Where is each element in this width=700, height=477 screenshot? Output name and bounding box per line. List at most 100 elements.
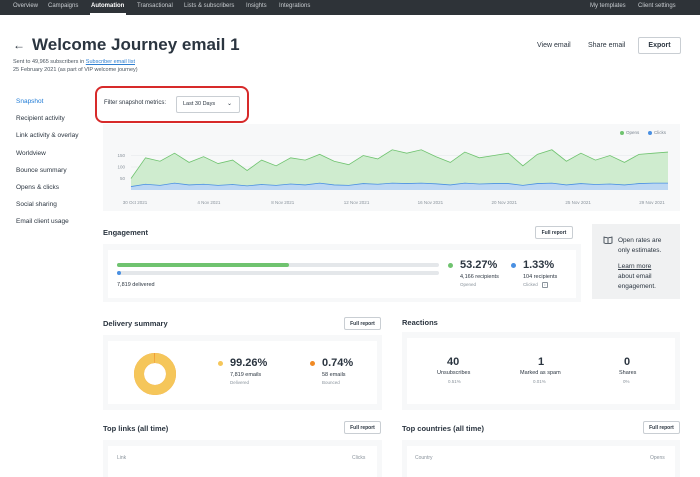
nav-my-templates[interactable]: My templates [590,3,626,9]
chevron-down-icon: ⌄ [226,101,232,107]
sidebar-item-social-sharing[interactable]: Social sharing [16,201,57,208]
chart-x-tick-label: 12 Nov 2021 [344,200,370,205]
chart-x-tick-label: 25 Nov 2021 [565,200,591,205]
top-nav: Overview Campaigns Automation Transactio… [0,0,700,15]
chart-y-tick-label: 50 [120,176,126,181]
note-line-2: only estimates. [618,247,662,254]
chart-x-tick-label: 8 Nov 2021 [271,200,295,205]
clicked-recipients: 104 recipients [523,274,558,280]
nav-campaigns[interactable]: Campaigns [48,3,78,9]
delivered-emails: 7,819 emails [230,372,262,378]
spam-value: 1 [538,356,545,368]
sidebar-item-bounce-summary[interactable]: Bounce summary [16,167,67,174]
top-links-col-link: Link [117,455,127,461]
reactions-title: Reactions [402,318,438,327]
opened-dot [448,263,453,268]
delivered-dot [218,361,223,366]
chart-x-tick-label: 29 Nov 2021 [639,200,665,205]
top-countries-card [407,446,675,477]
delivery-full-report-button[interactable]: Full report [344,317,381,330]
donut-delivered-arc [134,353,176,395]
delivery-summary-title: Delivery summary [103,319,168,328]
book-icon [603,236,613,244]
send-info-prefix: Sent to 49,965 subscribers in [13,59,85,65]
date-range-select[interactable]: Last 30 Days ⌄ [176,96,240,113]
send-date: 25 February 2021 (as part of VIP welcome… [13,67,138,73]
top-countries-col-opens: Opens [650,455,665,461]
bounced-dot [310,361,315,366]
bounced-emails: 58 emails [322,372,346,378]
bounced-label: Bounced [322,380,340,385]
top-countries-full-report-button[interactable]: Full report [643,421,680,434]
sidebar-item-snapshot[interactable]: Snapshot [16,98,43,105]
delivered-label: Delivered [230,380,250,385]
spam-percent: 0.01% [533,379,546,384]
chart-y-tick-label: 150 [117,153,125,158]
spam-label: Marked as spam [520,370,561,376]
nav-client-settings[interactable]: Client settings [638,3,676,9]
learn-more-link[interactable]: Learn more [618,263,651,270]
bounced-percent: 0.74% [322,357,354,369]
top-links-col-clicks: Clicks [352,455,366,461]
activity-chart: 150 100 50 30 Oct 2021 4 Nov 2021 8 Nov 2021 1… [117,149,669,205]
sidebar-item-worldview[interactable]: Worldview [16,150,46,157]
chart-x-tick-label: 16 Nov 2021 [418,200,444,205]
top-countries-title: Top countries (all time) [402,424,484,433]
top-links-title: Top links (all time) [103,424,169,433]
opened-recipients: 4,166 recipients [460,274,499,280]
nav-active-indicator [90,13,126,15]
opened-percent: 53.27% [460,259,498,271]
export-button[interactable]: Export [638,37,681,54]
clicked-label: Clicked [523,282,538,287]
engagement-title: Engagement [103,228,149,237]
shares-value: 0 [624,356,631,368]
info-icon[interactable]: i [542,282,548,288]
clicked-track [117,271,439,275]
sidebar-item-recipient-activity[interactable]: Recipient activity [16,115,65,122]
page-title: Welcome Journey email 1 [32,35,240,54]
top-countries-col-country: Country [415,455,433,461]
nav-transactional[interactable]: Transactional [137,3,173,9]
nav-automation[interactable]: Automation [91,3,124,9]
unsubscribes-label: Unsubscribes [437,370,471,376]
nav-overview[interactable]: Overview [13,3,38,9]
sidebar-item-link-activity[interactable]: Link activity & overlay [16,132,79,139]
top-links-full-report-button[interactable]: Full report [344,421,381,434]
send-info: Sent to 49,965 subscribers in Subscriber… [13,59,135,65]
chart-y-tick-label: 100 [117,165,125,170]
shares-percent: 0% [623,379,630,384]
chart-x-tick-label: 4 Nov 2021 [197,200,221,205]
opened-label: Opened [460,282,477,287]
chart-x-tick-label: 20 Nov 2021 [492,200,518,205]
delivery-donut [134,353,176,395]
clicked-percent: 1.33% [523,259,555,271]
legend-clicks[interactable]: Clicks [648,130,666,135]
view-email-link[interactable]: View email [537,42,571,49]
sidebar-item-opens-clicks[interactable]: Opens & clicks [16,184,59,191]
back-arrow-icon[interactable]: ← [13,38,25,52]
unsubscribes-percent: 0.51% [448,379,461,384]
top-links-card [108,446,377,477]
unsubscribes-value: 40 [447,356,460,368]
legend-opens[interactable]: Opens [620,130,639,135]
nav-integrations[interactable]: Integrations [279,3,310,9]
legend-opens-label: Opens [626,130,640,135]
legend-clicks-label: Clicks [654,130,666,135]
subscriber-list-link[interactable]: Subscriber email list [86,59,135,65]
note-line-4: engagement. [618,283,656,290]
date-range-value: Last 30 Days [183,101,216,107]
delivered-percent: 99.26% [230,357,268,369]
chart-x-tick-label: 30 Oct 2021 [123,200,148,205]
filter-label: Filter snapshot metrics: [104,100,167,106]
clicked-dot [511,263,516,268]
note-line-3: about email [618,273,652,280]
shares-label: Shares [619,370,637,376]
nav-insights[interactable]: Insights [246,3,267,9]
delivered-count: 7,819 delivered [117,282,155,288]
sidebar-item-email-client-usage[interactable]: Email client usage [16,218,69,225]
share-email-link[interactable]: Share email [588,42,625,49]
note-line-1: Open rates are [618,237,662,244]
engagement-full-report-button[interactable]: Full report [535,226,573,239]
opened-bar [117,263,289,267]
nav-lists-subscribers[interactable]: Lists & subscribers [184,3,234,9]
